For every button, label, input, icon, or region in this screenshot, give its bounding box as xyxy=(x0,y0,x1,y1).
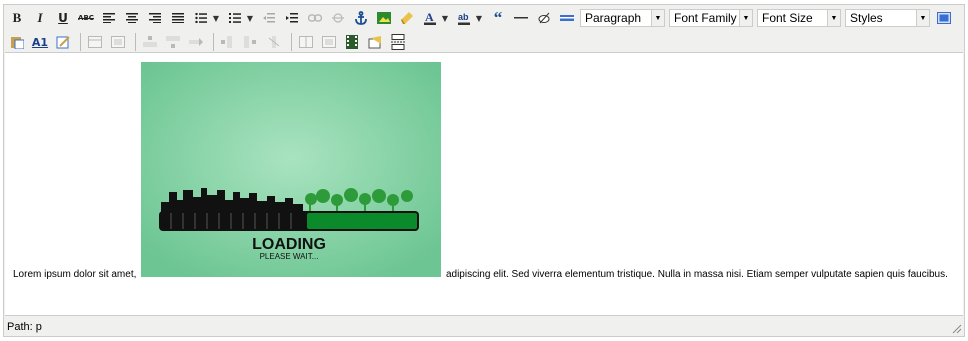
edit-icon[interactable] xyxy=(53,32,73,52)
visual-aid-icon[interactable] xyxy=(557,8,577,28)
numbered-list-icon[interactable] xyxy=(225,8,245,28)
progress-fill xyxy=(307,213,418,229)
text-after-image: adipiscing elit. Sed viverra elementum t… xyxy=(445,269,948,280)
separator xyxy=(213,33,214,51)
chevron-down-icon: ▼ xyxy=(916,10,929,26)
insert-col-before-icon[interactable] xyxy=(218,32,238,52)
outdent-icon[interactable] xyxy=(259,8,279,28)
cleanup-icon[interactable] xyxy=(397,8,417,28)
font-size-select[interactable]: Font Size ▼ xyxy=(757,9,841,27)
editor-content-area[interactable]: Lorem ipsum dolor sit amet, LOADING PLEA… xyxy=(5,52,963,316)
table-props-icon[interactable] xyxy=(108,32,128,52)
underline-button[interactable]: U xyxy=(53,8,73,28)
chevron-down-icon[interactable]: ▼ xyxy=(473,8,485,28)
image-icon[interactable] xyxy=(374,8,394,28)
align-justify-icon[interactable] xyxy=(168,8,188,28)
separator xyxy=(291,33,292,51)
text-before-image: Lorem ipsum dolor sit amet, xyxy=(13,269,137,280)
remove-format-icon[interactable] xyxy=(534,8,554,28)
path-value[interactable]: p xyxy=(36,321,42,333)
delete-col-icon[interactable] xyxy=(264,32,284,52)
svg-text:A: A xyxy=(425,11,434,24)
bold-button[interactable]: B xyxy=(7,8,27,28)
merge-cells-icon[interactable] xyxy=(319,32,339,52)
chevron-down-icon[interactable]: ▼ xyxy=(244,8,256,28)
separator xyxy=(80,33,81,51)
insert-row-after-icon[interactable] xyxy=(163,32,183,52)
resize-handle-icon[interactable] xyxy=(952,324,962,334)
block-format-select[interactable]: Paragraph ▼ xyxy=(580,9,665,27)
link-icon[interactable] xyxy=(305,8,325,28)
split-cells-icon[interactable] xyxy=(296,32,316,52)
align-center-icon[interactable] xyxy=(122,8,142,28)
paragraph: Lorem ipsum dolor sit amet, LOADING PLEA… xyxy=(13,62,948,281)
text-color-icon[interactable]: A xyxy=(420,8,440,28)
toolbar-row-2: A1 xyxy=(7,31,411,53)
italic-button[interactable]: I xyxy=(30,8,50,28)
chevron-down-icon: ▼ xyxy=(651,10,664,26)
align-right-icon[interactable] xyxy=(145,8,165,28)
page-break-icon[interactable] xyxy=(388,32,408,52)
chevron-down-icon[interactable]: ▼ xyxy=(210,8,222,28)
indent-icon[interactable] xyxy=(282,8,302,28)
horizontal-rule-icon[interactable] xyxy=(511,8,531,28)
anchor-icon[interactable] xyxy=(351,8,371,28)
fullscreen-icon[interactable] xyxy=(934,8,954,28)
svg-text:ab: ab xyxy=(458,12,469,22)
rich-text-editor: B I U ABC ▼ ▼ A ▼ ab ▼ “ Paragraph ▼ Font… xyxy=(3,4,965,337)
chevron-down-icon: ▼ xyxy=(827,10,840,26)
insert-row-before-icon[interactable] xyxy=(140,32,160,52)
styles-select[interactable]: Styles ▼ xyxy=(845,9,930,27)
chevron-down-icon[interactable]: ▼ xyxy=(439,8,451,28)
unlink-icon[interactable] xyxy=(328,8,348,28)
strikethrough-button[interactable]: ABC xyxy=(76,8,96,28)
insert-col-after-icon[interactable] xyxy=(241,32,261,52)
separator xyxy=(135,33,136,51)
font-family-select[interactable]: Font Family ▼ xyxy=(669,9,753,27)
loading-heading: LOADING xyxy=(252,236,326,253)
loading-image[interactable]: LOADING PLEASE WAIT... xyxy=(141,62,442,277)
align-left-icon[interactable] xyxy=(99,8,119,28)
table-icon[interactable] xyxy=(85,32,105,52)
text-direction-icon[interactable]: A1 xyxy=(30,32,50,52)
paste-icon[interactable] xyxy=(7,32,27,52)
highlight-color-icon[interactable]: ab xyxy=(454,8,474,28)
media-icon[interactable] xyxy=(342,32,362,52)
loading-subheading: PLEASE WAIT... xyxy=(260,252,319,261)
path-bar: Path: p xyxy=(7,321,42,333)
delete-row-icon[interactable] xyxy=(186,32,206,52)
path-label: Path: xyxy=(7,321,33,333)
chevron-down-icon: ▼ xyxy=(739,10,752,26)
insert-layer-icon[interactable] xyxy=(365,32,385,52)
blockquote-icon[interactable]: “ xyxy=(488,8,508,28)
toolbar-row-1: B I U ABC ▼ ▼ A ▼ ab ▼ “ Paragraph ▼ Font… xyxy=(7,7,957,29)
bullet-list-icon[interactable] xyxy=(191,8,211,28)
